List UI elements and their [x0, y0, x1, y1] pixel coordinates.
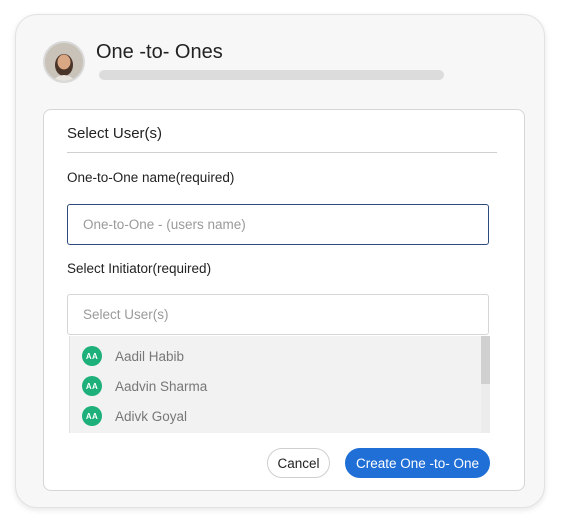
list-item[interactable]: AA Aadil Habib — [82, 345, 184, 367]
list-item[interactable]: AA Aadvin Sharma — [82, 375, 207, 397]
scrollbar-thumb[interactable] — [481, 336, 490, 384]
dropdown-scrollbar[interactable] — [481, 336, 490, 433]
cancel-button[interactable]: Cancel — [267, 448, 330, 478]
avatar — [43, 41, 85, 83]
select-initiator-input[interactable] — [67, 294, 489, 335]
user-name: Aadvin Sharma — [115, 378, 208, 394]
panel-divider — [67, 152, 497, 153]
initials-badge: AA — [82, 376, 102, 396]
list-item[interactable]: AA Adivk Goyal — [82, 405, 187, 427]
subtitle-placeholder-bar — [99, 70, 444, 80]
panel-heading: Select User(s) — [67, 125, 163, 142]
one-to-ones-dialog: One -to- Ones Select User(s) One-to-One … — [15, 14, 545, 508]
name-field-label: One-to-One name(required) — [67, 170, 235, 185]
initials-badge: AA — [82, 346, 102, 366]
one-to-one-name-input[interactable] — [67, 204, 489, 245]
user-name: Adivk Goyal — [115, 408, 188, 424]
page-title: One -to- Ones — [96, 41, 223, 63]
user-avatar-icon — [45, 43, 83, 81]
user-name: Aadil Habib — [115, 348, 185, 364]
initiator-field-label: Select Initiator(required) — [67, 261, 212, 276]
select-users-panel: Select User(s) One-to-One name(required)… — [43, 109, 525, 491]
user-dropdown-list: AA Aadil Habib AA Aadvin Sharma AA Adivk… — [69, 336, 490, 433]
create-one-to-one-button[interactable]: Create One -to- One — [345, 448, 490, 478]
initials-badge: AA — [82, 406, 102, 426]
